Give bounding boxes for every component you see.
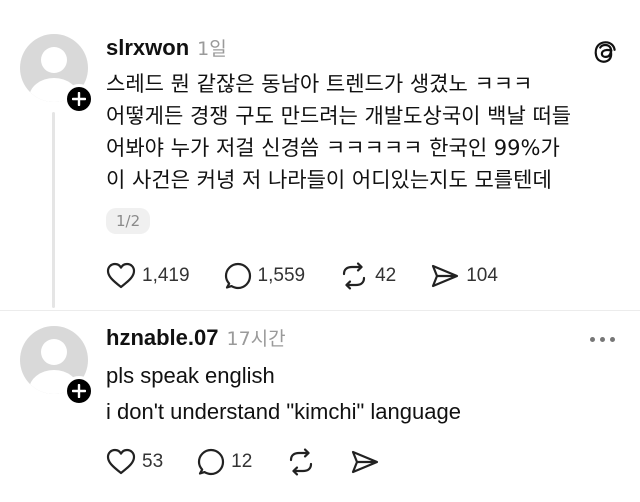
post-body-line: 어떻게든 경쟁 구도 만드려는 개발도상국이 백날 떠들 — [106, 104, 572, 128]
post-content: slrxwon 1일 스레드 뭔 같잖은 동남아 트렌드가 생겼노 ㅋㅋㅋ 어떻… — [106, 34, 620, 234]
comment-icon — [198, 448, 225, 476]
post-body-line: i don't understand "kimchi" language — [106, 399, 461, 424]
comment-count: 12 — [231, 451, 253, 472]
action-bar: 53 12 — [106, 448, 414, 476]
timestamp: 17시간 — [226, 328, 286, 350]
like-button[interactable]: 1,419 — [106, 262, 190, 290]
page-indicator: 1/2 — [106, 208, 151, 234]
comment-button[interactable]: 12 — [197, 448, 252, 476]
timestamp: 1일 — [197, 38, 227, 60]
post-content: hznable.07 17시간 pls speak english i don'… — [106, 324, 620, 430]
share-icon — [352, 450, 379, 474]
more-dot — [600, 336, 605, 342]
avatar-head-shape — [41, 47, 67, 73]
post-meta: hznable.07 17시간 — [106, 324, 620, 354]
comment-icon — [224, 262, 251, 290]
post-body-line: 스레드 뭔 같잖은 동남아 트렌드가 생겼노 ㅋㅋㅋ — [106, 72, 533, 96]
username[interactable]: slrxwon — [106, 35, 189, 61]
share-button[interactable]: 104 — [430, 262, 498, 290]
more-icon[interactable] — [590, 332, 618, 346]
threads-icon[interactable] — [592, 38, 620, 66]
post-body-line: pls speak english — [106, 363, 275, 388]
like-button[interactable]: 53 — [106, 448, 163, 476]
avatar-container[interactable] — [20, 34, 94, 114]
avatar-container[interactable] — [20, 326, 94, 406]
follow-button[interactable] — [64, 84, 94, 114]
more-dot — [610, 336, 615, 342]
share-count: 104 — [466, 265, 498, 286]
action-bar: 1,419 1,559 42 104 — [106, 262, 532, 290]
follow-button[interactable] — [64, 376, 94, 406]
plus-icon — [72, 384, 86, 398]
post-body-line: 이 사건은 커녕 저 나라들이 어디있는지도 모를텐데 — [106, 168, 552, 192]
avatar-head-shape — [41, 339, 67, 365]
comment-count: 1,559 — [257, 265, 306, 286]
thread-line — [52, 112, 55, 308]
more-dot — [590, 336, 595, 342]
repost-icon — [342, 262, 366, 290]
heart-icon — [106, 262, 136, 289]
repost-button[interactable] — [286, 448, 316, 476]
repost-button[interactable]: 42 — [339, 262, 396, 290]
comment-button[interactable]: 1,559 — [224, 262, 306, 290]
post-body: pls speak english i don't understand "ki… — [106, 358, 620, 430]
thread-post: slrxwon 1일 스레드 뭔 같잖은 동남아 트렌드가 생겼노 ㅋㅋㅋ 어떻… — [0, 0, 640, 310]
plus-icon — [72, 92, 86, 106]
thread-reply: hznable.07 17시간 pls speak english i don'… — [0, 310, 640, 502]
share-icon — [432, 264, 459, 288]
repost-count: 42 — [375, 265, 397, 286]
heart-icon — [106, 448, 136, 475]
post-body-line: 어봐야 누가 저걸 신경씀 ㅋㅋㅋㅋㅋ 한국인 99%가 — [106, 136, 560, 160]
repost-icon — [290, 448, 313, 476]
username[interactable]: hznable.07 — [106, 325, 218, 351]
post-body: 스레드 뭔 같잖은 동남아 트렌드가 생겼노 ㅋㅋㅋ 어떻게든 경쟁 구도 만드… — [106, 68, 620, 196]
like-count: 1,419 — [142, 265, 190, 286]
share-button[interactable] — [350, 448, 380, 476]
post-meta: slrxwon 1일 — [106, 34, 620, 64]
like-count: 53 — [142, 451, 164, 472]
